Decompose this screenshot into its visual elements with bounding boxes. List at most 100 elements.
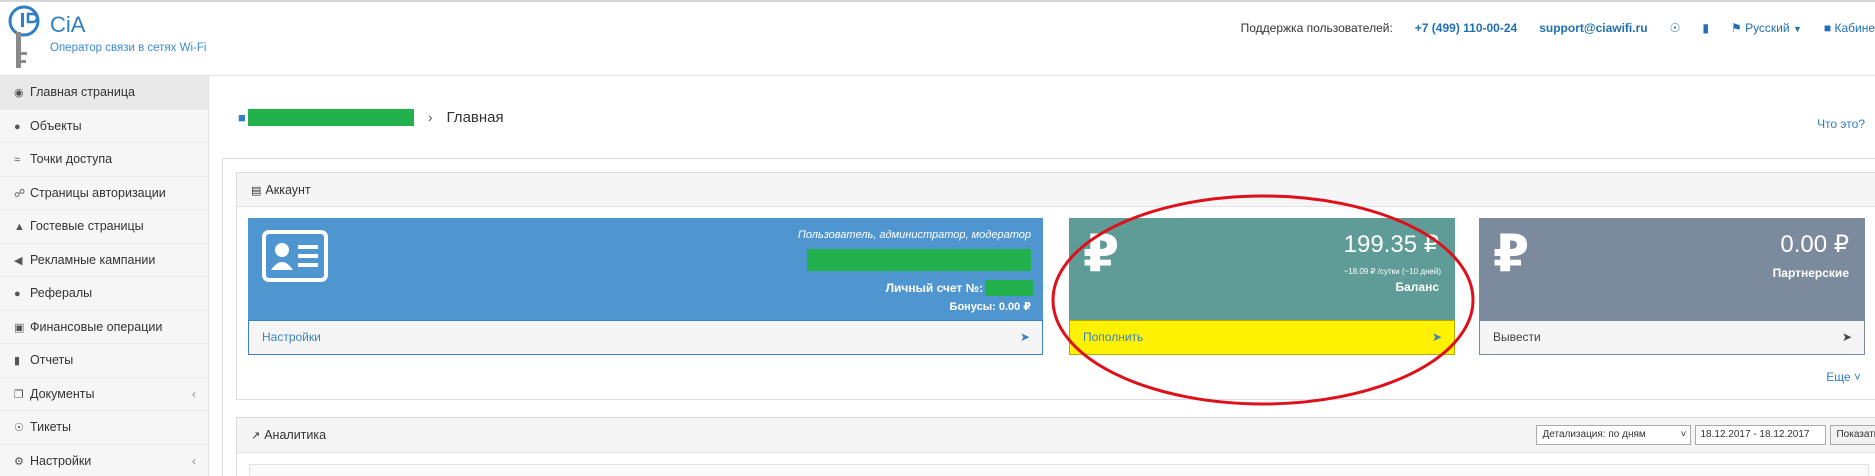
account-panel-title: Аккаунт	[265, 183, 311, 197]
partner-card: ₽ 0.00 ₽ Партнерские Вывести ➤	[1479, 218, 1865, 355]
sidebar-item-label: Рефералы	[30, 286, 93, 300]
sidebar-item-access-points[interactable]: ≈ Точки доступа	[0, 143, 208, 177]
account-panel-header: ▤ Аккаунт	[237, 173, 1875, 207]
account-number: Личный счет №:	[886, 280, 1033, 296]
caret-down-icon: ▼	[1792, 24, 1802, 34]
analytics-panel: ↗ Аналитика Детализация: по дням ˅ 18.12.…	[236, 417, 1875, 476]
balance-card-body: ₽ 199.35 ₽ ~18.09 ₽ /сутки (~10 дней) Ба…	[1069, 218, 1455, 320]
sidebar-item-label: Рекламные кампании	[30, 252, 156, 267]
sidebar-item-label: Главная страница	[30, 85, 135, 99]
chevron-left-icon: ‹	[192, 453, 196, 468]
chevron-left-icon: ‹	[192, 386, 196, 401]
redacted-username[interactable]	[247, 108, 414, 126]
top-up-link[interactable]: Пополнить ➤	[1069, 320, 1455, 355]
help-link[interactable]: Что это?	[1817, 117, 1865, 131]
bonus-balance: Бонусы: 0.00 ₽	[949, 301, 1031, 313]
balance-amount: 199.35 ₽	[1343, 231, 1439, 258]
help-lifebuoy-icon[interactable]: ☉	[1670, 21, 1681, 35]
redacted-user-name	[807, 249, 1031, 271]
support-email-link[interactable]: support@ciawifi.ru	[1539, 21, 1647, 35]
sidebar-item-reports[interactable]: ▮ Отчеты	[0, 344, 208, 378]
top-bar: CiA Оператор связи в сетях Wi-Fi Поддерж…	[0, 0, 1875, 76]
analytics-controls: Детализация: по дням ˅ 18.12.2017 - 18.1…	[1536, 425, 1875, 445]
ruble-icon: ₽	[1083, 225, 1120, 283]
file-icon: ▮	[14, 355, 21, 367]
sidebar-item-referrals[interactable]: ● Рефералы	[0, 277, 208, 311]
sidebar-item-settings[interactable]: ⚙ Настройки ‹	[0, 445, 208, 476]
arrow-circle-right-icon: ➤	[1431, 330, 1442, 344]
sidebar-item-tickets[interactable]: ☉ Тикеты	[0, 411, 208, 445]
partner-card-body: ₽ 0.00 ₽ Партнерские	[1479, 218, 1865, 320]
profile-card-body: Пользователь, администратор, модератор Л…	[248, 218, 1043, 320]
page: CiA Оператор связи в сетях Wi-Fi Поддерж…	[0, 0, 1875, 476]
user-roles: Пользователь, администратор, модератор	[797, 229, 1031, 241]
logo[interactable]: CiA Оператор связи в сетях Wi-Fi	[4, 4, 214, 74]
top-nav: Поддержка пользователей: +7 (499) 110-00…	[1241, 18, 1875, 38]
balance-label: Баланс	[1395, 280, 1439, 294]
ruble-icon: ₽	[1493, 225, 1530, 283]
detail-select[interactable]: Детализация: по дням ˅	[1536, 425, 1692, 445]
bullhorn-icon: ◀	[14, 254, 23, 267]
users-icon: ●	[14, 288, 21, 300]
show-button[interactable]: Показать	[1830, 425, 1875, 445]
chevron-down-icon: ˅	[1680, 429, 1687, 440]
settings-link[interactable]: Настройки ➤	[248, 320, 1043, 355]
sidebar-item-label: Страницы авторизации	[30, 185, 166, 200]
language-selector[interactable]: ⚑ Русский ▼	[1731, 21, 1802, 35]
sidebar-item-label: Настройки	[30, 453, 92, 468]
wifi-icon: ≈	[14, 154, 21, 166]
sidebar-item-documents[interactable]: ❐ Документы ‹	[0, 378, 208, 411]
book-icon[interactable]: ▮	[1702, 21, 1709, 35]
sidebar-item-label: Финансовые операции	[30, 319, 163, 334]
money-icon: ▣	[14, 321, 25, 334]
breadcrumb: ■ › Главная	[238, 105, 504, 129]
profile-card: Пользователь, администратор, модератор Л…	[248, 218, 1043, 355]
sidebar-item-objects[interactable]: ● Объекты	[0, 110, 208, 143]
analytics-panel-header: ↗ Аналитика Детализация: по дням ˅ 18.12.…	[237, 418, 1875, 453]
logo-key-icon	[8, 5, 40, 68]
more-toggle[interactable]: Еще ˅	[1826, 370, 1861, 384]
id-card-icon: ▤	[251, 185, 262, 197]
support-phone-link[interactable]: +7 (499) 110-00-24	[1415, 21, 1517, 35]
more-label: Еще	[1826, 370, 1851, 384]
sidebar-item-label: Точки доступа	[30, 152, 113, 166]
page-title: Главная	[446, 108, 504, 126]
home-icon: ▲	[14, 221, 25, 233]
user-icon: ■	[1823, 21, 1832, 35]
sidebar-item-home[interactable]: ◉ Главная страница	[0, 76, 208, 110]
balance-card: ₽ 199.35 ₽ ~18.09 ₽ /сутки (~10 дней) Ба…	[1069, 218, 1455, 355]
partner-label: Партнерские	[1772, 266, 1849, 280]
cabinet-label: Кабине	[1834, 21, 1875, 35]
line-chart-icon: ↗	[251, 430, 261, 442]
sidebar-item-finance[interactable]: ▣ Финансовые операции	[0, 311, 208, 344]
sidebar-item-ad-campaigns[interactable]: ◀ Рекламные кампании	[0, 244, 208, 277]
sidebar-item-label: Документы	[30, 386, 95, 401]
user-icon: ■	[238, 109, 246, 125]
language-label: Русский	[1745, 21, 1790, 35]
arrow-circle-right-icon: ➤	[1019, 330, 1030, 344]
analytics-panel-title: Аналитика	[264, 428, 327, 442]
sidebar-item-label: Отчеты	[30, 353, 74, 367]
daily-cost: ~18.09 ₽ /сутки (~10 дней)	[1343, 267, 1441, 276]
account-number-label: Личный счет №:	[885, 281, 983, 295]
id-card-icon	[262, 230, 328, 282]
chevron-down-icon: ˅	[1853, 370, 1861, 384]
sidebar: ◉ Главная страница ● Объекты ≈ Точки доступ…	[0, 76, 209, 476]
arrow-circle-right-icon: ➤	[1841, 330, 1852, 344]
sidebar-item-label: Гостевые страницы	[30, 219, 144, 233]
sidebar-item-auth-pages[interactable]: ☍ Страницы авторизации	[0, 177, 208, 210]
settings-link-label: Настройки	[262, 330, 321, 344]
breadcrumb-separator: ›	[427, 109, 433, 125]
key-icon: ☍	[14, 187, 26, 200]
cabinet-menu[interactable]: ■ Кабине	[1824, 21, 1875, 35]
date-range-input[interactable]: 18.12.2017 - 18.12.2017	[1695, 425, 1827, 445]
redacted-account-number	[985, 280, 1033, 296]
map-marker-icon: ●	[14, 120, 21, 133]
lifebuoy-icon: ☉	[14, 422, 24, 434]
logo-text: CiA	[50, 12, 86, 37]
sidebar-item-guest-pages[interactable]: ▲ Гостевые страницы	[0, 210, 208, 244]
withdraw-link[interactable]: Вывести ➤	[1479, 320, 1865, 355]
logo-subtitle: Оператор связи в сетях Wi-Fi	[50, 42, 207, 54]
documents-icon: ❐	[14, 388, 24, 401]
cogs-icon: ⚙	[14, 455, 24, 468]
